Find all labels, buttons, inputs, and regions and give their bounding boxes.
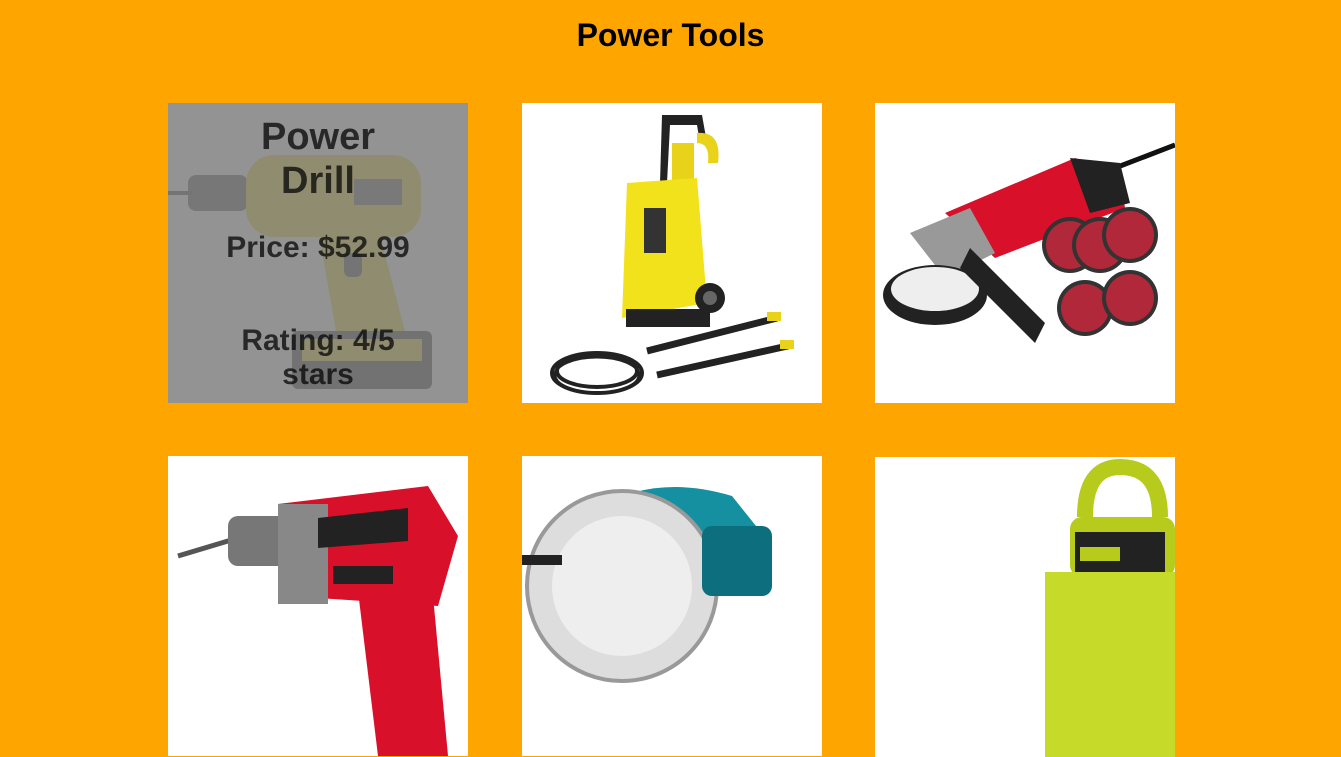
product-card-pressure-washer[interactable]	[522, 103, 822, 403]
product-name: Power Drill	[260, 116, 376, 202]
product-rating: Rating: 4/5 stars	[241, 324, 395, 391]
leaf-blower-image	[875, 457, 1175, 757]
product-card-leaf-blower[interactable]	[875, 457, 1175, 757]
angle-grinder-image	[875, 103, 1175, 403]
product-card-hammer-drill[interactable]	[168, 456, 468, 756]
product-card-angle-grinder[interactable]	[875, 103, 1175, 403]
pressure-washer-image	[522, 103, 822, 403]
product-card-power-drill[interactable]: Power Drill Price: $52.99 Rating: 4/5 st…	[168, 103, 468, 403]
product-card-circular-saw[interactable]	[522, 456, 822, 756]
product-overlay: Power Drill Price: $52.99 Rating: 4/5 st…	[168, 103, 468, 403]
circular-saw-image	[522, 456, 822, 756]
page-title: Power Tools	[576, 17, 765, 53]
hammer-drill-image	[168, 456, 468, 756]
product-price: Price: $52.99	[226, 231, 410, 264]
